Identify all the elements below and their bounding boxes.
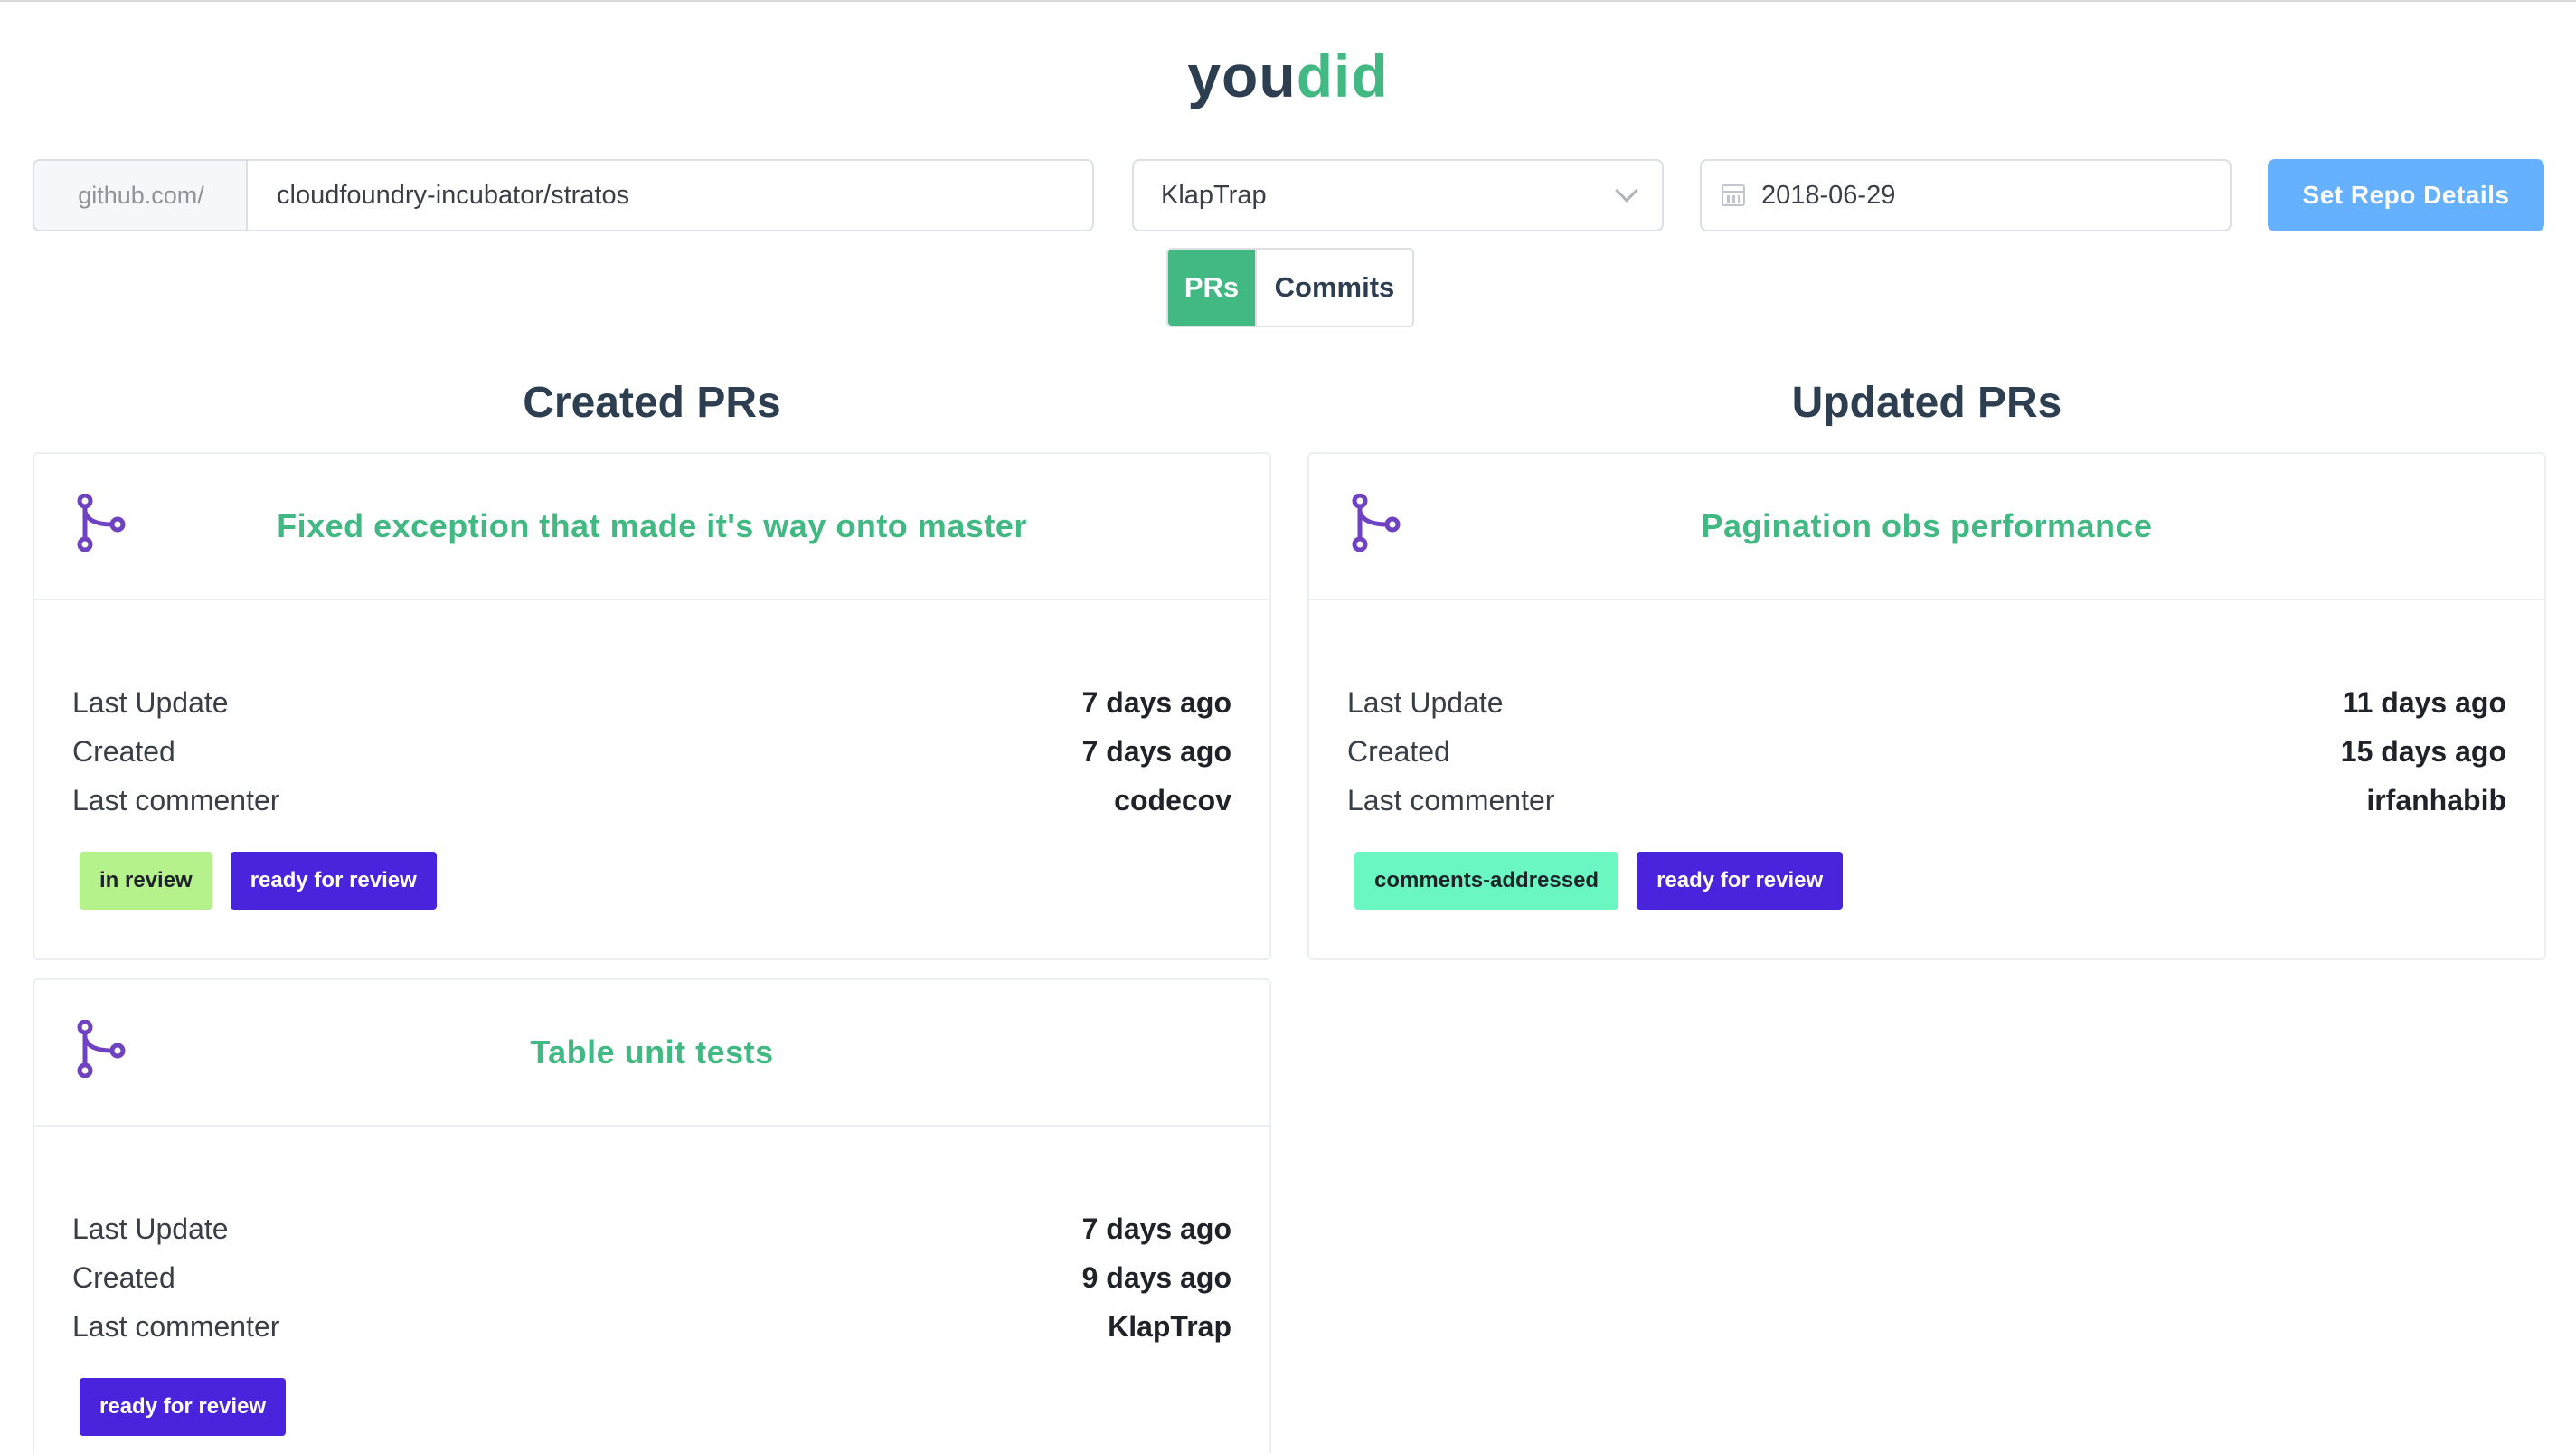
tab-prs[interactable]: PRs [1168,250,1255,326]
view-tabs: PRs Commits [1166,248,1414,327]
tag-ready-for-review: ready for review [230,852,437,910]
pr-tags: ready for review [72,1378,1231,1453]
tag-ready-for-review: ready for review [80,1378,287,1436]
value-last-commenter: KlapTrap [1108,1309,1231,1343]
label-last-commenter: Last commenter [72,1309,280,1343]
row-last-commenter: Last commenter KlapTrap [72,1302,1231,1351]
logo-part-you: you [1187,42,1297,109]
value-created: 7 days ago [1081,734,1231,768]
pr-card: Table unit tests Last Update 7 days ago … [33,978,1271,1453]
label-created: Created [1347,734,1450,768]
value-last-update: 7 days ago [1081,685,1231,719]
label-created: Created [72,1260,175,1294]
pr-card-body: Last Update 7 days ago Created 9 days ag… [34,1127,1269,1453]
pr-card-body: Last Update 11 days ago Created 15 days … [1309,600,2544,955]
set-repo-details-button[interactable]: Set Repo Details [2268,159,2544,231]
repo-input[interactable]: cloudfoundry-incubator/stratos [246,159,1094,231]
logo-part-did: did [1296,42,1389,109]
user-select-value: KlapTrap [1161,180,1267,210]
row-last-commenter: Last commenter irfanhabib [1347,776,2506,825]
pr-title-link[interactable]: Fixed exception that made it's way onto … [277,507,1027,545]
created-prs-heading: Created PRs [523,379,781,427]
value-last-update: 11 days ago [2342,685,2506,719]
pr-card-body: Last Update 7 days ago Created 7 days ag… [34,600,1269,955]
label-last-update: Last Update [72,685,229,719]
label-last-commenter: Last commenter [72,783,280,816]
value-last-commenter: codecov [1114,783,1231,816]
pr-tags: comments-addressed ready for review [1347,852,2506,955]
pr-title-link[interactable]: Pagination obs performance [1701,507,2152,545]
app-logo: youdid [0,42,2576,110]
pr-tags: in review ready for review [72,852,1231,955]
row-created: Created 15 days ago [1347,727,2506,776]
pr-card-header: Fixed exception that made it's way onto … [34,454,1269,600]
row-created: Created 7 days ago [72,727,1231,776]
pr-card-header: Table unit tests [34,980,1269,1127]
date-picker-input[interactable]: 2018-06-29 [1700,159,2232,231]
calendar-icon [1722,184,1745,206]
repo-prefix-addon: github.com/ [33,159,248,231]
git-pull-request-icon [77,1020,126,1078]
app-page: youdid github.com/ cloudfoundry-incubato… [0,0,2576,1453]
pr-card: Pagination obs performance Last Update 1… [1307,452,2546,960]
date-value: 2018-06-29 [1761,180,1896,210]
chevron-down-icon [1615,179,1638,203]
tag-in-review: in review [80,852,212,910]
label-created: Created [72,734,175,768]
label-last-update: Last Update [72,1212,229,1245]
user-select[interactable]: KlapTrap [1132,159,1664,231]
value-last-update: 7 days ago [1081,1212,1231,1245]
value-created: 9 days ago [1081,1260,1231,1294]
label-last-commenter: Last commenter [1347,783,1555,816]
tag-comments-addressed: comments-addressed [1354,852,1619,910]
tag-ready-for-review: ready for review [1637,852,1844,910]
tab-commits[interactable]: Commits [1255,250,1412,326]
label-last-update: Last Update [1347,685,1504,719]
value-last-commenter: irfanhabib [2366,783,2506,816]
value-created: 15 days ago [2340,734,2506,768]
pr-card-header: Pagination obs performance [1309,454,2544,600]
git-pull-request-icon [77,494,126,552]
pr-title-link[interactable]: Table unit tests [530,1033,773,1071]
row-created: Created 9 days ago [72,1253,1231,1302]
row-last-update: Last Update 7 days ago [72,1204,1231,1253]
row-last-update: Last Update 7 days ago [72,678,1231,727]
git-pull-request-icon [1352,494,1401,552]
row-last-update: Last Update 11 days ago [1347,678,2506,727]
updated-prs-heading: Updated PRs [1791,379,2062,427]
row-last-commenter: Last commenter codecov [72,776,1231,825]
pr-card: Fixed exception that made it's way onto … [33,452,1271,960]
